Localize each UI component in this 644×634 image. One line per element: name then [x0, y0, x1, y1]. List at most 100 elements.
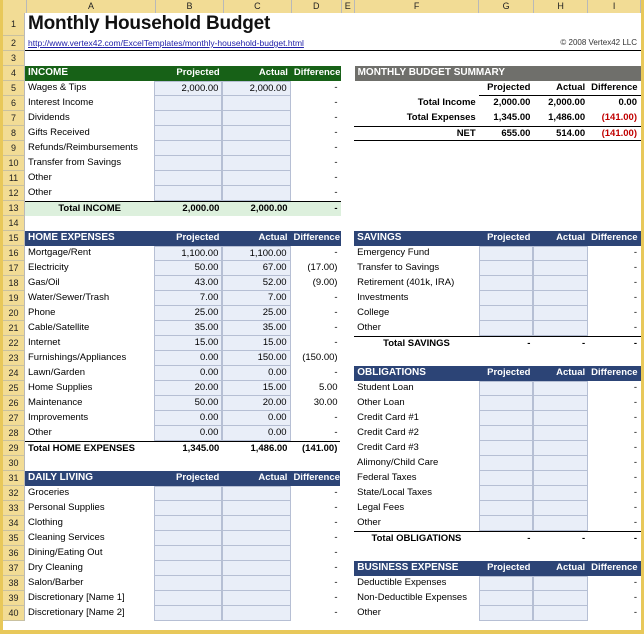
home-projected-input[interactable]: 0.00	[154, 351, 223, 366]
row-header-23[interactable]: 23	[3, 351, 25, 366]
empty-cell[interactable]	[291, 216, 341, 231]
savings-projected-input[interactable]	[478, 246, 534, 261]
home-projected-input[interactable]: 50.00	[154, 396, 223, 411]
empty-cell[interactable]	[479, 546, 534, 561]
home-projected-input[interactable]: 0.00	[154, 411, 223, 426]
empty-cell[interactable]	[533, 156, 588, 171]
income-projected-input[interactable]	[154, 126, 223, 141]
home-actual-input[interactable]: 1,100.00	[222, 246, 291, 261]
column-header-f[interactable]: F	[355, 0, 480, 13]
row-header-37[interactable]: 37	[3, 561, 25, 576]
row-header-30[interactable]: 30	[3, 456, 25, 471]
row-header-22[interactable]: 22	[3, 336, 25, 351]
home-projected-input[interactable]: 43.00	[154, 276, 223, 291]
row-header-25[interactable]: 25	[3, 381, 25, 396]
empty-cell[interactable]	[154, 216, 222, 231]
row-header-17[interactable]: 17	[3, 261, 25, 276]
daily-actual-input[interactable]	[222, 516, 291, 531]
row-header-27[interactable]: 27	[3, 411, 25, 426]
empty-cell[interactable]	[533, 171, 588, 186]
column-header-g[interactable]: G	[479, 0, 534, 13]
obligations-projected-input[interactable]	[478, 396, 534, 411]
empty-cell[interactable]	[290, 456, 340, 471]
row-header-3[interactable]: 3	[3, 51, 25, 66]
income-projected-input[interactable]	[154, 96, 223, 111]
daily-projected-input[interactable]	[154, 591, 223, 606]
obligations-actual-input[interactable]	[533, 486, 589, 501]
row-header-18[interactable]: 18	[3, 276, 25, 291]
income-projected-input[interactable]	[154, 156, 223, 171]
home-actual-input[interactable]: 0.00	[222, 411, 291, 426]
home-projected-input[interactable]: 50.00	[154, 261, 223, 276]
row-header-14[interactable]: 14	[3, 216, 25, 231]
row-header-9[interactable]: 9	[3, 141, 25, 156]
empty-cell[interactable]	[588, 546, 641, 561]
empty-cell[interactable]	[588, 351, 641, 366]
savings-projected-input[interactable]	[478, 321, 534, 336]
income-actual-input[interactable]	[222, 96, 291, 111]
empty-cell[interactable]	[354, 546, 478, 561]
income-actual-input[interactable]	[222, 186, 291, 201]
empty-cell[interactable]	[354, 216, 479, 231]
empty-cell[interactable]	[25, 216, 154, 231]
empty-cell[interactable]	[480, 36, 536, 51]
savings-actual-input[interactable]	[533, 276, 589, 291]
obligations-actual-input[interactable]	[533, 411, 589, 426]
column-header-d[interactable]: D	[291, 0, 342, 13]
empty-cell[interactable]	[533, 201, 588, 216]
empty-cell[interactable]	[354, 351, 478, 366]
daily-actual-input[interactable]	[222, 591, 291, 606]
empty-cell[interactable]	[533, 186, 588, 201]
income-actual-input[interactable]	[222, 126, 291, 141]
empty-cell[interactable]	[479, 171, 534, 186]
empty-cell[interactable]	[291, 51, 341, 66]
obligations-actual-input[interactable]	[533, 516, 589, 531]
empty-cell[interactable]	[588, 13, 641, 36]
income-projected-input[interactable]	[154, 141, 223, 156]
row-header-28[interactable]: 28	[3, 426, 25, 441]
obligations-actual-input[interactable]	[533, 456, 589, 471]
empty-cell[interactable]	[354, 51, 479, 66]
obligations-projected-input[interactable]	[478, 381, 534, 396]
obligations-actual-input[interactable]	[533, 441, 589, 456]
empty-cell[interactable]	[354, 171, 478, 186]
obligations-projected-input[interactable]	[478, 411, 534, 426]
savings-projected-input[interactable]	[478, 306, 534, 321]
row-header-11[interactable]: 11	[3, 171, 25, 186]
home-projected-input[interactable]: 7.00	[154, 291, 223, 306]
business-projected-input[interactable]	[478, 591, 534, 606]
savings-projected-input[interactable]	[478, 291, 534, 306]
empty-cell[interactable]	[479, 141, 534, 156]
empty-cell[interactable]	[479, 201, 534, 216]
row-header-38[interactable]: 38	[3, 576, 25, 591]
business-projected-input[interactable]	[478, 576, 534, 591]
home-actual-input[interactable]: 0.00	[222, 426, 291, 441]
daily-projected-input[interactable]	[154, 501, 223, 516]
obligations-projected-input[interactable]	[478, 426, 534, 441]
empty-cell[interactable]	[588, 216, 641, 231]
income-projected-input[interactable]	[154, 186, 223, 201]
home-projected-input[interactable]: 15.00	[154, 336, 223, 351]
daily-projected-input[interactable]	[154, 531, 223, 546]
column-header-h[interactable]: H	[533, 0, 589, 13]
obligations-projected-input[interactable]	[478, 456, 534, 471]
column-header-c[interactable]: C	[223, 0, 292, 13]
empty-cell[interactable]	[25, 456, 154, 471]
column-header-i[interactable]: I	[588, 0, 641, 13]
row-header-31[interactable]: 31	[3, 471, 25, 486]
daily-projected-input[interactable]	[154, 576, 223, 591]
obligations-projected-input[interactable]	[478, 471, 534, 486]
row-header-39[interactable]: 39	[3, 591, 25, 606]
empty-cell[interactable]	[154, 456, 222, 471]
daily-actual-input[interactable]	[222, 486, 291, 501]
business-actual-input[interactable]	[533, 591, 589, 606]
empty-cell[interactable]	[588, 171, 641, 186]
empty-cell[interactable]	[354, 13, 479, 36]
savings-projected-input[interactable]	[478, 276, 534, 291]
row-header-5[interactable]: 5	[3, 81, 25, 96]
daily-projected-input[interactable]	[154, 516, 223, 531]
home-actual-input[interactable]: 15.00	[222, 381, 291, 396]
row-header-35[interactable]: 35	[3, 531, 25, 546]
row-header-1[interactable]: 1	[3, 13, 25, 36]
daily-actual-input[interactable]	[222, 561, 291, 576]
